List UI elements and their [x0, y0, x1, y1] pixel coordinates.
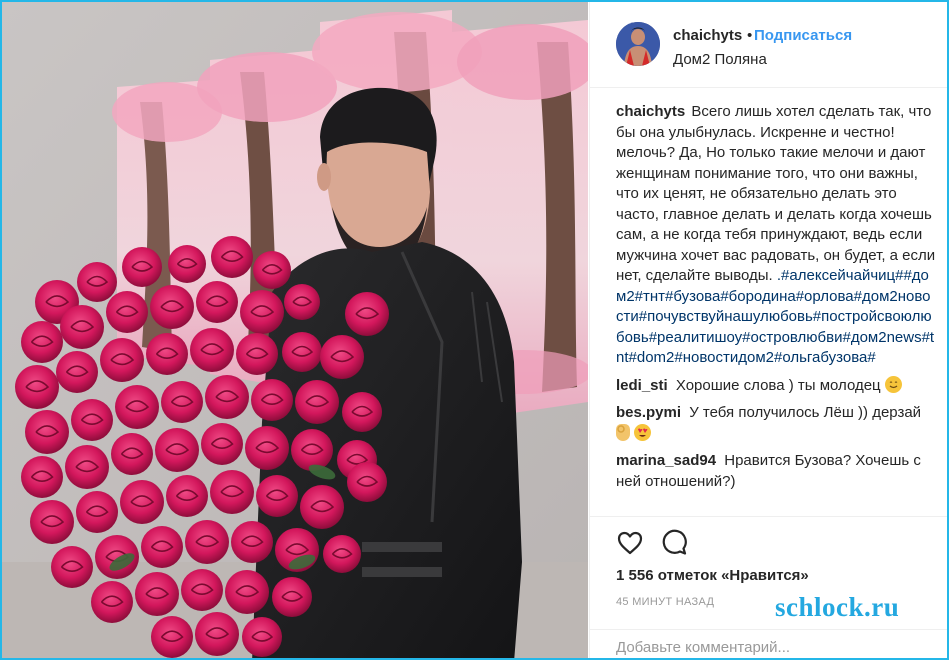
- heart-outline-icon[interactable]: [616, 529, 644, 557]
- comment-item: bes.pymi У тебя получилось Лёш )) дерзай: [616, 403, 936, 444]
- comment-text: Хорошие слова ) ты молодец: [675, 376, 881, 394]
- post-location[interactable]: Дом2 Поляна: [673, 51, 767, 68]
- caption-text: Всего лишь хотел сделать так, что бы она…: [616, 103, 936, 284]
- post-photo[interactable]: [2, 2, 588, 658]
- comment-username[interactable]: marina_sad94: [616, 452, 716, 469]
- post-actions: 1 556 отметок «Нравится» 45 МИНУТ НАЗАД: [590, 516, 947, 658]
- comment-username[interactable]: bes.pymi: [616, 404, 681, 421]
- post-timestamp[interactable]: 45 МИНУТ НАЗАД: [616, 596, 714, 608]
- likes-count[interactable]: 1 556 отметок «Нравится»: [616, 567, 809, 584]
- comment-item: ledi_sti Хорошие слова ) ты молодец: [616, 375, 936, 397]
- post-header: chaichyts • Подписаться Дом2 Поляна: [590, 2, 947, 88]
- post-sidebar: chaichyts • Подписаться Дом2 Поляна chai…: [589, 2, 947, 658]
- speech-bubble-icon[interactable]: [660, 529, 688, 557]
- add-comment-bar: [590, 629, 947, 658]
- avatar-image: [616, 22, 660, 66]
- comment-username[interactable]: ledi_sti: [616, 377, 668, 394]
- ok-hand-emoji-icon: [616, 423, 630, 441]
- comment-text: У тебя получилось Лёш )) дерзай: [689, 404, 922, 421]
- comments-list[interactable]: chaichyts Всего лишь хотел сделать так, …: [616, 102, 936, 516]
- photo-illustration: [2, 2, 588, 658]
- smiling-face-emoji-icon: [884, 375, 902, 393]
- post-caption: chaichyts Всего лишь хотел сделать так, …: [616, 102, 936, 369]
- site-watermark: schlock.ru: [775, 592, 900, 622]
- comment-input[interactable]: [616, 639, 926, 656]
- comment-item: marina_sad94 Нравится Бузова? Хочешь с н…: [616, 451, 936, 492]
- heart-eyes-emoji-icon: [634, 423, 652, 441]
- separator-dot: •: [747, 27, 753, 44]
- post-author-username[interactable]: chaichyts: [673, 27, 742, 44]
- instagram-post-frame: chaichyts • Подписаться Дом2 Поляна chai…: [0, 0, 949, 660]
- caption-username[interactable]: chaichyts: [616, 103, 685, 120]
- follow-button[interactable]: Подписаться: [754, 27, 852, 44]
- avatar[interactable]: [616, 22, 660, 66]
